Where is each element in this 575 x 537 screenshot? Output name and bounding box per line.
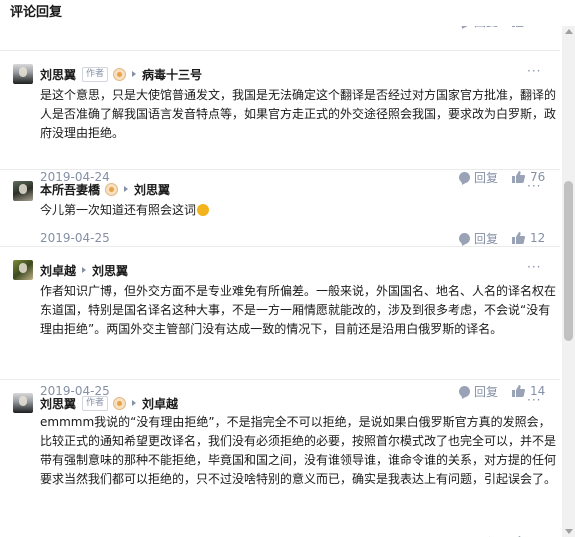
avatar[interactable] [13, 64, 33, 84]
comment-meta: 刘思翼 作者 刘卓越 [40, 393, 178, 413]
vip-badge-icon [113, 67, 127, 81]
comment-item: 刘思翼 作者 病毒十三号 ··· 是这个意思，只是大使馆普通发文，我国是无法确定… [0, 59, 560, 185]
comment-text: 今儿第一次知道还有照会这词 [40, 201, 560, 220]
comment-item: 本所吾妻橋 刘思翼 ··· 今儿第一次知道还有照会这词 2019-04-25 回… [0, 175, 560, 255]
like-button[interactable]: 12 [512, 230, 545, 246]
author-badge: 作者 [82, 66, 109, 82]
comment-reply-list[interactable]: 2019-04-24 回复 67 刘思翼 作者 病毒十三号 ··· 是这个意思，… [0, 26, 560, 537]
comment-item: 刘卓越 刘思翼 ··· 作者知识广博，但外交方面不是专业难免有所偏差。一般来说，… [0, 252, 560, 399]
avatar[interactable] [13, 260, 33, 280]
reply-target-name[interactable]: 病毒十三号 [142, 66, 202, 83]
reply-arrow-icon [132, 400, 137, 406]
comment-text: 是这个意思，只是大使馆普通发文，我国是无法确定这个翻译是否经过对方国家官方批准，… [40, 88, 557, 140]
reply-target-name[interactable]: 刘思翼 [92, 262, 128, 279]
more-options-icon[interactable]: ··· [527, 64, 541, 78]
comment-text-body: 今儿第一次知道还有照会这词 [40, 203, 197, 217]
comment-item: 刘思翼 作者 刘卓越 ··· emmmm我说的“没有理由拒绝”，不是指完全不可以… [0, 386, 560, 537]
avatar[interactable] [13, 393, 33, 413]
like-count: 12 [530, 231, 546, 245]
avatar[interactable] [13, 181, 33, 201]
comment-text: 作者知识广博，但外交方面不是专业难免有所偏差。一般来说，外国国名、地名、人名的译… [40, 284, 557, 336]
divider [0, 169, 560, 170]
more-options-icon[interactable]: ··· [527, 179, 541, 193]
more-options-icon[interactable]: ··· [527, 260, 541, 274]
scrollbar[interactable] [562, 26, 575, 537]
comment-bubble-icon [459, 232, 470, 244]
emoji-icon [197, 204, 210, 216]
comment-text: emmmm我说的“没有理由拒绝”，不是指完全不可以拒绝，是说如果白俄罗斯官方真的… [40, 415, 557, 486]
reply-arrow-icon [124, 186, 129, 192]
reply-target-name[interactable]: 刘思翼 [134, 181, 170, 198]
divider [0, 50, 560, 51]
divider [0, 379, 560, 380]
reply-arrow-icon [82, 267, 87, 273]
reply-label: 回复 [474, 26, 498, 30]
reply-button[interactable]: 回复 [459, 26, 498, 29]
comment-meta: 本所吾妻橋 刘思翼 [40, 179, 170, 199]
vip-badge-icon [105, 182, 119, 196]
like-count: 67 [530, 26, 545, 28]
vip-badge-icon [113, 396, 127, 410]
scrollbar-thumb[interactable] [564, 181, 573, 341]
comment-meta: 刘思翼 作者 病毒十三号 [40, 64, 202, 84]
author-name[interactable]: 刘思翼 [40, 66, 76, 83]
like-button[interactable]: 67 [512, 26, 545, 29]
dialog-header: 评论回复 [0, 0, 575, 26]
thumbs-up-icon [512, 232, 525, 244]
reply-arrow-icon [132, 71, 137, 77]
comment-meta: 刘卓越 刘思翼 [40, 260, 128, 280]
comment-date: 2019-04-25 [40, 231, 110, 245]
author-badge: 作者 [82, 395, 109, 411]
comment-item-partial: 2019-04-24 回复 67 [0, 26, 560, 42]
reply-target-name[interactable]: 刘卓越 [142, 395, 178, 412]
divider [0, 246, 560, 247]
reply-label: 回复 [474, 231, 499, 246]
thumbs-up-icon [512, 26, 524, 27]
reply-button[interactable]: 回复 [459, 230, 498, 246]
more-options-icon[interactable]: ··· [527, 393, 541, 407]
reply-label: 回复 [474, 534, 498, 537]
scroll-up-arrow-icon[interactable] [565, 29, 573, 34]
author-name[interactable]: 刘思翼 [40, 395, 76, 412]
dialog-title: 评论回复 [10, 5, 63, 20]
comment-bubble-icon [459, 26, 470, 27]
scroll-down-arrow-icon[interactable] [565, 529, 573, 534]
author-name[interactable]: 刘卓越 [40, 262, 76, 279]
author-name[interactable]: 本所吾妻橋 [40, 181, 100, 198]
